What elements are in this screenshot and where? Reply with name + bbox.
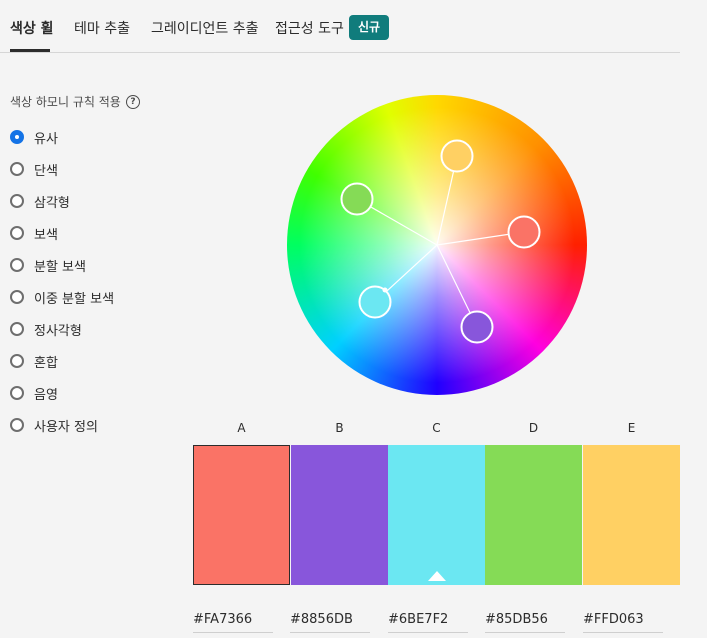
harmony-option-label: 사용자 정의 [34,419,98,435]
color-handle-b[interactable] [460,310,494,344]
harmony-option-label: 유사 [34,131,58,147]
harmony-option-label: 음영 [34,387,58,403]
harmony-rule-title: 색상 하모니 규칙 적용 [10,95,121,109]
color-swatch-d[interactable] [485,445,582,585]
active-tab-indicator [10,49,50,52]
swatch-label-d: D [528,421,539,435]
base-color-indicator [428,571,446,581]
color-swatch-e[interactable] [583,445,680,585]
harmony-option-label: 정사각형 [34,323,82,339]
harmony-option-shades[interactable]: 음영 [10,382,58,404]
color-swatch-b[interactable] [291,445,388,585]
tab-accessibility-tools[interactable]: 접근성 도구 [275,18,344,38]
color-swatch-a[interactable] [193,445,290,585]
color-handle-a[interactable] [507,215,541,249]
harmony-option-double-split-complementary[interactable]: 이중 분할 보색 [10,286,114,308]
new-badge: 신규 [349,15,390,40]
color-handle-e[interactable] [440,139,474,173]
swatch-label-b: B [335,421,344,435]
radio-button[interactable] [10,322,24,336]
harmony-option-label: 보색 [34,227,58,243]
tab-extract-gradient[interactable]: 그레이디언트 추출 [151,18,259,38]
radio-button[interactable] [10,418,24,432]
color-wheel-handles [340,139,541,344]
hex-field-a[interactable]: #FA7366 [193,610,273,633]
radio-button[interactable] [10,290,24,304]
harmony-option-square[interactable]: 정사각형 [10,318,82,340]
harmony-option-label: 삼각형 [34,195,70,211]
tab-extract-theme[interactable]: 테마 추출 [74,18,130,38]
radio-button[interactable] [10,194,24,208]
radio-button[interactable] [10,226,24,240]
harmony-option-custom[interactable]: 사용자 정의 [10,414,98,436]
harmony-option-triad[interactable]: 삼각형 [10,190,70,212]
radio-button[interactable] [10,162,24,176]
tab-bar: 색상 휠 테마 추출 그레이디언트 추출 접근성 도구 신규 [0,0,680,53]
help-icon[interactable]: ? [126,95,140,109]
tab-color-wheel[interactable]: 색상 휠 [10,18,54,38]
hex-field-b[interactable]: #8856DB [290,610,370,633]
swatch-label-c: C [432,421,441,435]
harmony-option-monochromatic[interactable]: 단색 [10,158,58,180]
harmony-option-label: 분할 보색 [34,259,86,275]
radio-button[interactable] [10,354,24,368]
radio-button[interactable] [10,258,24,272]
harmony-option-label: 혼합 [34,355,58,371]
radio-button[interactable] [10,386,24,400]
harmony-option-complementary[interactable]: 보색 [10,222,58,244]
hex-field-e[interactable]: #FFD063 [583,610,663,633]
hex-field-d[interactable]: #85DB56 [485,610,565,633]
harmony-option-label: 단색 [34,163,58,179]
swatch-label-e: E [627,421,636,435]
swatch-label-a: A [237,421,246,435]
harmony-option-compound[interactable]: 혼합 [10,350,58,372]
base-color-marker [382,287,388,293]
harmony-option-analogous[interactable]: 유사 [10,126,58,148]
harmony-option-label: 이중 분할 보색 [34,291,115,307]
harmony-option-split-complementary[interactable]: 분할 보색 [10,254,86,276]
radio-button[interactable] [10,130,24,144]
color-swatch-c[interactable] [388,445,485,585]
color-handle-d[interactable] [340,182,374,216]
hex-field-c[interactable]: #6BE7F2 [388,610,468,633]
